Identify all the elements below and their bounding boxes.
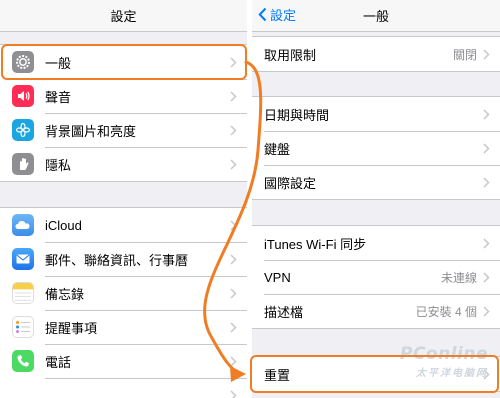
general-row-label: 描述檔 — [264, 304, 304, 320]
chevron-left-icon — [258, 7, 267, 22]
settings-row-label: 隱私 — [45, 157, 72, 173]
general-navbar: 一般 設定 — [252, 0, 500, 32]
chevron-right-icon — [483, 108, 491, 120]
general-row-label: 取用限制 — [264, 47, 317, 63]
general-row-label: iTunes Wi-Fi 同步 — [264, 236, 367, 252]
chevron-right-icon — [483, 237, 491, 249]
chevron-right-icon — [230, 253, 238, 265]
general-group-datetime: 日期與時間 鍵盤 國際設定 — [252, 96, 500, 200]
settings-row-icloud[interactable]: iCloud — [0, 208, 247, 242]
settings-row-partial[interactable] — [0, 378, 247, 398]
cloud-icon — [12, 214, 34, 236]
settings-row-phone[interactable]: 電話 — [0, 344, 247, 378]
flower-icon — [12, 119, 34, 141]
settings-navbar: 設定 — [0, 0, 247, 32]
settings-title: 設定 — [110, 9, 137, 24]
general-row-profiles[interactable]: 描述檔 已安裝 4 個 — [252, 294, 500, 328]
chevron-right-icon — [230, 158, 238, 170]
general-row-international[interactable]: 國際設定 — [252, 165, 500, 199]
notes-icon — [12, 282, 34, 304]
general-group-sync: iTunes Wi-Fi 同步 VPN 未連線 描述檔 已安裝 4 個 — [252, 225, 500, 329]
general-row-value: 關閉 — [452, 47, 477, 62]
chevron-right-icon — [230, 124, 238, 136]
general-row-vpn[interactable]: VPN 未連線 — [252, 260, 500, 294]
chevron-right-icon — [483, 271, 491, 283]
reminders-icon — [12, 316, 34, 338]
chevron-right-icon — [230, 389, 238, 398]
general-row-label: 國際設定 — [264, 175, 317, 191]
chevron-right-icon — [483, 48, 491, 60]
settings-row-label: 提醒事項 — [45, 320, 98, 336]
general-row-label: 日期與時間 — [264, 107, 330, 123]
highlight-box-reset — [250, 355, 499, 393]
general-row-restrictions[interactable]: 取用限制 關閉 — [252, 37, 500, 71]
chevron-right-icon — [483, 305, 491, 317]
back-button-label: 設定 — [270, 8, 297, 23]
chevron-right-icon — [230, 321, 238, 333]
settings-row-notes[interactable]: 備忘錄 — [0, 276, 247, 310]
general-row-keyboard[interactable]: 鍵盤 — [252, 131, 500, 165]
chevron-right-icon — [483, 176, 491, 188]
settings-row-wallpaper[interactable]: 背景圖片和亮度 — [0, 113, 247, 147]
phone-icon — [12, 350, 34, 372]
settings-row-label: iCloud — [45, 217, 82, 233]
settings-row-privacy[interactable]: 隱私 — [0, 147, 247, 181]
settings-row-sounds[interactable]: 聲音 — [0, 79, 247, 113]
chevron-right-icon — [230, 287, 238, 299]
settings-row-label: 備忘錄 — [45, 286, 85, 302]
settings-row-label: 電話 — [45, 354, 72, 370]
general-pane: 一般 設定 取用限制 關閉 日期與時間 鍵盤 國際設定 iTunes Wi-Fi… — [252, 0, 500, 398]
settings-row-reminders[interactable]: 提醒事項 — [0, 310, 247, 344]
settings-row-mail[interactable]: 郵件、聯絡資訊、行事曆 — [0, 242, 247, 276]
chevron-right-icon — [230, 219, 238, 231]
general-row-label: 鍵盤 — [264, 141, 291, 157]
speaker-icon — [12, 85, 34, 107]
general-row-value: 已安裝 4 個 — [415, 304, 477, 319]
settings-row-label: 聲音 — [45, 89, 72, 105]
settings-row-label: 郵件、聯絡資訊、行事曆 — [45, 252, 189, 268]
back-button[interactable]: 設定 — [258, 5, 296, 24]
chevron-right-icon — [230, 355, 238, 367]
hand-icon — [12, 153, 34, 175]
general-row-itunes-wifi-sync[interactable]: iTunes Wi-Fi 同步 — [252, 226, 500, 260]
general-row-value: 未連線 — [440, 270, 477, 285]
general-row-date-time[interactable]: 日期與時間 — [252, 97, 500, 131]
chevron-right-icon — [483, 142, 491, 154]
mail-icon — [12, 248, 34, 270]
general-row-label: VPN — [264, 269, 291, 285]
settings-row-label: 背景圖片和亮度 — [45, 123, 137, 139]
general-group-restrictions: 取用限制 關閉 — [252, 36, 500, 72]
chevron-right-icon — [230, 90, 238, 102]
highlight-box-general — [1, 44, 247, 80]
settings-group-2: iCloud 郵件、聯絡資訊、行事曆 備忘錄 提醒事項 電話 — [0, 207, 247, 398]
